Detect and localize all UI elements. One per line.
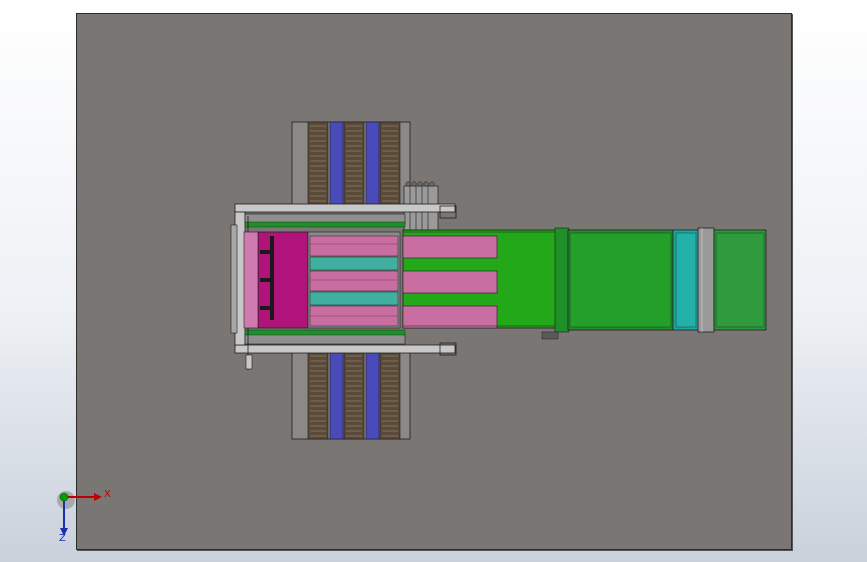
green-conveyor-2 [567,229,674,331]
bottom-side-conveyor [291,351,411,440]
cyan-transfer [672,227,715,333]
outfeed-conveyor [713,229,767,331]
coordinate-triad: X Z [57,489,111,544]
product-lanes [307,231,401,329]
z-axis-label: Z [59,533,66,544]
cad-model[interactable]: X Z [0,0,867,562]
x-arrowhead [94,493,102,501]
green-conveyor-1 [402,227,570,340]
magenta-pusher [243,231,309,329]
y-axis-dot [59,492,69,502]
graphics-viewport[interactable]: X Z [0,0,867,562]
top-side-conveyor [291,121,411,211]
x-axis-label: X [104,489,111,500]
